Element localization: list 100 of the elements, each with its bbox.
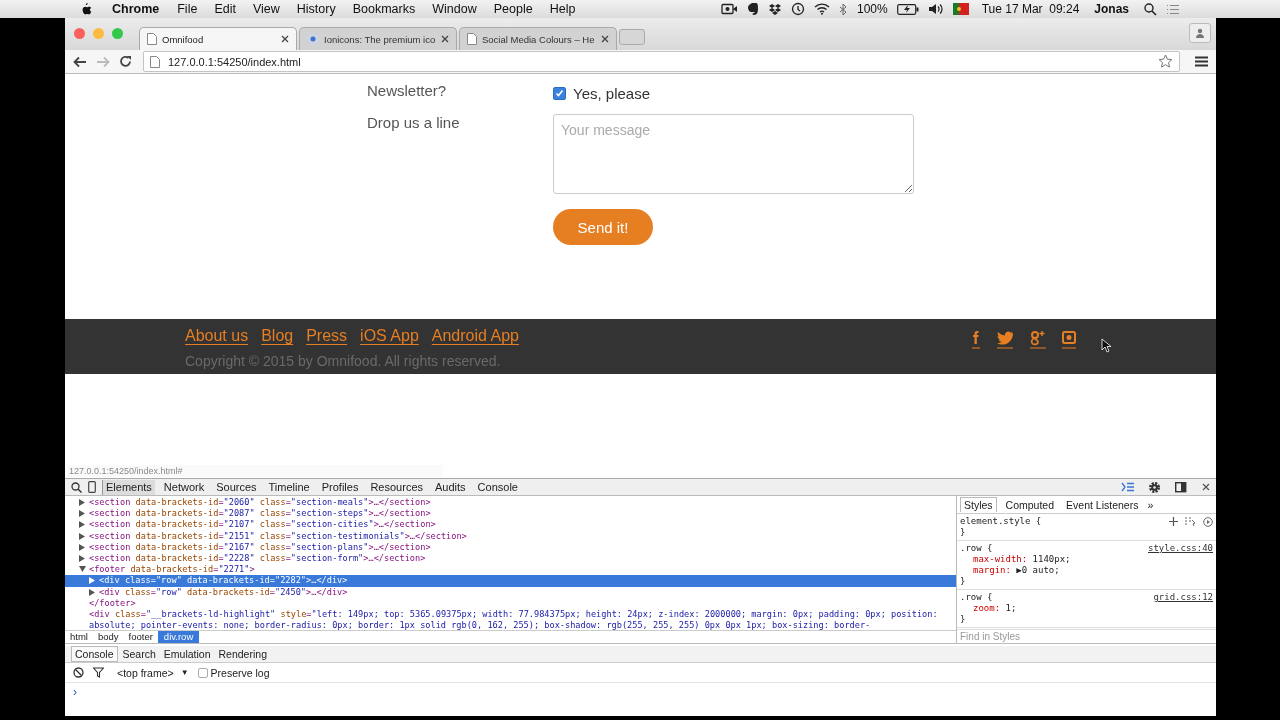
devtools-tab[interactable]: Timeline <box>265 479 313 495</box>
element-state-icon[interactable] <box>1185 517 1196 526</box>
close-icon[interactable] <box>281 35 289 43</box>
wifi-icon[interactable] <box>814 3 830 15</box>
code-line[interactable]: <div class="row" data-brackets-id="2450">…</div> <box>99 586 350 598</box>
drawer-tab[interactable]: Search <box>119 647 159 661</box>
checkbox[interactable] <box>197 667 208 678</box>
footer-link[interactable]: About us <box>185 327 249 345</box>
expand-triangle-icon[interactable] <box>79 543 86 551</box>
profile-button[interactable] <box>1189 23 1211 43</box>
footer-link[interactable]: Blog <box>261 327 294 345</box>
collapse-triangle-icon[interactable] <box>79 566 86 574</box>
source-link[interactable]: grid.css:12 <box>1153 592 1213 603</box>
drawer-icon[interactable] <box>1121 482 1134 492</box>
css-property[interactable]: max-width: 1140px; <box>960 554 1213 565</box>
plus-icon[interactable] <box>1169 517 1178 526</box>
play-icon[interactable] <box>1203 516 1213 527</box>
browser-tab[interactable]: Omnifood <box>139 27 297 50</box>
bird-icon[interactable] <box>996 329 1014 349</box>
address-bar[interactable]: 127.0.0.1:54250/index.html <box>143 51 1180 72</box>
css-property[interactable]: margin: ▶0 auto; <box>960 565 1213 576</box>
bluetooth-icon[interactable] <box>839 2 848 16</box>
clear-icon[interactable] <box>73 667 84 678</box>
user-name[interactable]: Jonas <box>1094 2 1129 16</box>
browser-tab[interactable]: Ionicons: The premium ico <box>299 27 457 50</box>
drawer-tab[interactable]: Emulation <box>160 647 214 661</box>
checkbox-label[interactable]: Preserve log <box>210 666 270 679</box>
speaker-icon[interactable] <box>927 3 944 15</box>
find-field[interactable]: Find in Styles <box>957 629 1216 643</box>
menu-icon[interactable] <box>1195 56 1208 67</box>
caret-icon[interactable]: ▼ <box>180 668 189 677</box>
devtools-tab[interactable]: Elements <box>102 479 155 495</box>
expand-triangle-icon[interactable] <box>89 577 96 585</box>
app-menu[interactable]: Chrome <box>112 2 160 16</box>
star-icon[interactable] <box>1158 54 1173 69</box>
checkbox[interactable] <box>553 86 566 100</box>
elephant-icon[interactable] <box>747 2 759 16</box>
search-icon[interactable] <box>1144 2 1157 16</box>
menu-item[interactable]: Bookmarks <box>352 2 416 16</box>
css-property[interactable]: zoom: 1; <box>960 603 1213 614</box>
box-icon[interactable] <box>768 2 782 16</box>
clock[interactable]: Tue 17 Mar 09:24 <box>981 2 1080 16</box>
devtools-tab[interactable]: Console <box>474 479 521 495</box>
menu-item[interactable]: History <box>296 2 336 16</box>
code-line[interactable]: <section data-brackets-id="2107" class="section-cities">…</section> <box>89 519 438 531</box>
footer-link[interactable]: Android App <box>431 327 519 345</box>
dock-icon[interactable] <box>1175 481 1188 493</box>
devtools-tab[interactable]: Profiles <box>318 479 362 495</box>
phone-icon[interactable] <box>88 481 96 493</box>
breadcrumb-item[interactable]: div.row <box>157 631 200 643</box>
expand-triangle-icon[interactable] <box>89 588 96 596</box>
breadcrumb-item[interactable]: html <box>65 631 93 643</box>
code-line[interactable]: <section data-brackets-id="2167" class="section-plans">…</section> <box>89 541 433 553</box>
devtools-tab[interactable]: Audits <box>432 479 469 495</box>
menu-item[interactable]: People <box>493 2 533 16</box>
code-line[interactable]: <section data-brackets-id="2060" class="section-meals">…</section> <box>89 497 433 509</box>
sidebar-tab[interactable]: Computed <box>1002 497 1058 512</box>
menu-item[interactable]: View <box>252 2 280 16</box>
list-icon[interactable] <box>1166 3 1180 15</box>
code-line[interactable]: <footer data-brackets-id="2271"> <box>89 564 257 576</box>
frame-selector[interactable]: <top frame> <box>117 666 174 679</box>
footer-link[interactable]: iOS App <box>360 327 419 345</box>
checkbox-label[interactable]: Yes, please <box>573 84 650 102</box>
settings-icon[interactable] <box>1148 480 1161 494</box>
breadcrumb-item[interactable]: body <box>92 631 124 643</box>
expand-triangle-icon[interactable] <box>79 521 86 529</box>
menu-item[interactable]: Window <box>432 2 477 16</box>
sidebar-tab[interactable]: Styles <box>960 497 997 512</box>
reload-icon[interactable] <box>119 55 132 68</box>
expand-triangle-icon[interactable] <box>79 499 86 506</box>
menu-item[interactable]: Help <box>549 2 576 16</box>
menu-item[interactable]: Edit <box>214 2 236 16</box>
drawer-tab[interactable]: Console <box>71 646 118 662</box>
code-line[interactable]: <div class="__brackets-ld-highlight" style="left: 149px; top: 5365.09375px; width: 77.984375px; height: 24px; z-index: 2000000; margin: 0px; padding: 0px; position: absolute; pointer-events: none; border-radius: 0px; border: 1px solid rgb(0, 162, 255); box-shadow: rgb(255, 255, 255) 0px 0px 1px; box-sizing: border- <box>89 609 956 630</box>
more-tabs-button[interactable]: » <box>1147 498 1154 511</box>
code-line[interactable]: <section data-brackets-id="2151" class="section-testimonials">…</section> <box>89 530 469 542</box>
expand-triangle-icon[interactable] <box>79 555 86 562</box>
facebook-icon[interactable] <box>972 329 980 349</box>
close-icon[interactable] <box>1202 483 1210 491</box>
filter-icon[interactable] <box>93 667 104 678</box>
console-prompt[interactable]: › <box>73 685 77 699</box>
devtools-tab[interactable]: Resources <box>367 479 426 495</box>
expand-triangle-icon[interactable] <box>79 532 86 540</box>
back-arrow-icon[interactable] <box>73 55 87 68</box>
breadcrumb-item[interactable]: footer <box>123 631 158 643</box>
clock-icon[interactable] <box>791 2 805 16</box>
browser-tab[interactable]: Social Media Colours – He <box>459 27 617 50</box>
source-link[interactable]: style.css:40 <box>1147 543 1213 554</box>
google-plus-icon[interactable] <box>1030 329 1046 349</box>
close-icon[interactable] <box>441 35 449 43</box>
search-icon[interactable] <box>71 481 82 493</box>
drawer-tab[interactable]: Rendering <box>215 647 270 661</box>
footer-link[interactable]: Press <box>306 327 348 345</box>
flag-icon[interactable] <box>952 3 969 15</box>
code-line[interactable]: </footer> <box>89 597 138 610</box>
message-field[interactable]: Your message <box>553 114 914 194</box>
close-icon[interactable] <box>601 35 609 43</box>
code-line[interactable]: <section data-brackets-id="2228" class="section-form">…</section> <box>89 553 428 565</box>
menu-item[interactable]: File <box>177 2 198 16</box>
apple-icon[interactable] <box>80 2 92 16</box>
